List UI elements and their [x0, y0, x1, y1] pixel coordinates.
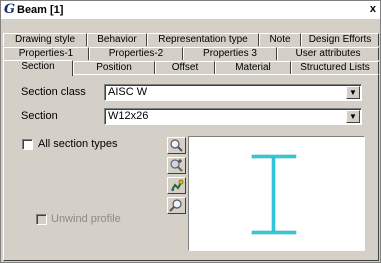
- unwind-profile-label: Unwind profile: [51, 213, 121, 225]
- tab-properties-1[interactable]: Properties-1: [3, 47, 89, 60]
- title-bar: G Beam [1] x: [1, 1, 380, 19]
- tab-note[interactable]: Note: [259, 33, 301, 46]
- chevron-down-icon[interactable]: ▼: [346, 86, 360, 99]
- tab-drawing-style[interactable]: Drawing style: [3, 33, 87, 46]
- tab-position[interactable]: Position: [73, 61, 155, 74]
- unwind-profile-checkbox[interactable]: [36, 214, 47, 225]
- tab-section[interactable]: Section: [3, 60, 73, 76]
- zoom-icon: [170, 139, 183, 152]
- all-section-types-label: All section types: [38, 138, 118, 150]
- pan-button[interactable]: [167, 177, 186, 194]
- zoom-button[interactable]: [167, 137, 186, 154]
- section-select[interactable]: W12x26 ▼: [104, 108, 362, 125]
- beam-dialog: G Beam [1] x Drawing style Behavior Repr…: [0, 0, 381, 263]
- tab-material[interactable]: Material: [215, 61, 291, 74]
- pan-icon: [171, 179, 184, 191]
- tab-user-attributes[interactable]: User attributes: [277, 47, 379, 60]
- tab-offset[interactable]: Offset: [155, 61, 215, 74]
- window-title: Beam [1]: [17, 4, 64, 16]
- tab-representation-type[interactable]: Representation type: [147, 33, 259, 46]
- section-class-select[interactable]: AISC W ▼: [104, 84, 362, 101]
- zoom-fit-button[interactable]: [167, 197, 186, 214]
- section-preview: [188, 136, 365, 251]
- tab-properties-2[interactable]: Properties-2: [89, 47, 183, 60]
- close-button[interactable]: x: [370, 3, 376, 15]
- tab-design-efforts[interactable]: Design Efforts: [301, 33, 379, 46]
- i-beam-profile-icon: [251, 154, 297, 235]
- section-class-label: Section class: [21, 86, 86, 98]
- tab-structured-lists[interactable]: Structured Lists: [291, 61, 379, 74]
- zoom-in-icon: [170, 159, 183, 172]
- chevron-down-icon[interactable]: ▼: [346, 110, 360, 123]
- zoom-fit-icon: [169, 199, 182, 212]
- section-value: W12x26: [108, 110, 149, 122]
- section-label: Section: [21, 110, 58, 122]
- zoom-in-button[interactable]: [167, 157, 186, 174]
- app-logo-icon: G: [4, 2, 16, 17]
- section-class-value: AISC W: [108, 86, 148, 98]
- tab-properties-3[interactable]: Properties 3: [183, 47, 277, 60]
- all-section-types-checkbox[interactable]: [22, 139, 33, 150]
- tab-behavior[interactable]: Behavior: [87, 33, 147, 46]
